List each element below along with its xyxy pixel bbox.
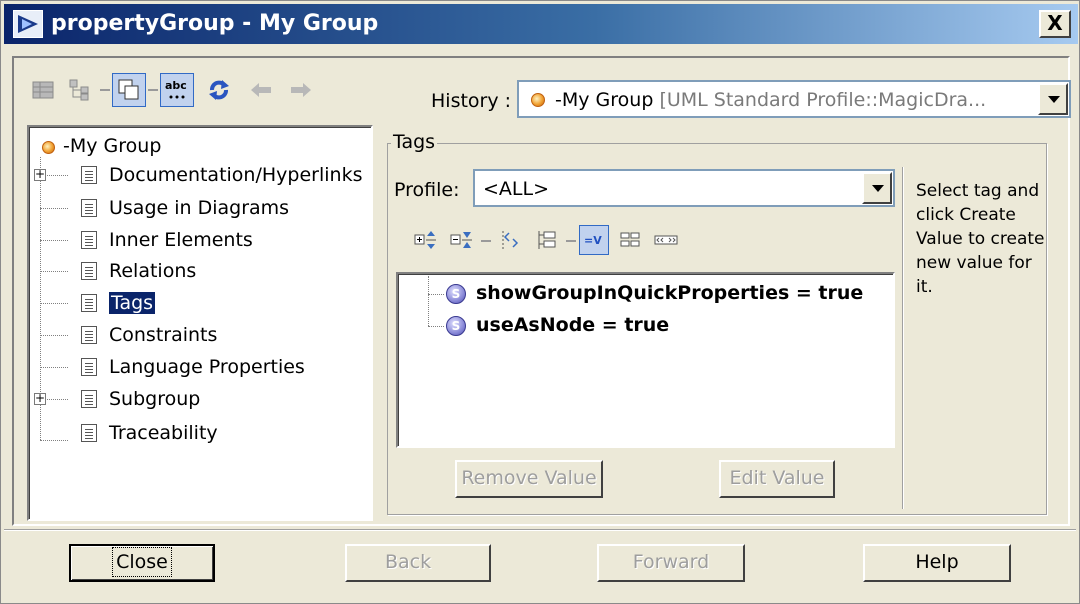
window-app-icon: [13, 10, 43, 38]
property-group-dialog: propertyGroup - My Group X abc History :: [0, 0, 1080, 604]
edit-value-button[interactable]: Edit Value: [719, 460, 835, 498]
tree-item-label: Language Properties: [109, 356, 305, 378]
group-element-icon: [531, 93, 545, 107]
tree-item-tags[interactable]: Tags: [107, 290, 157, 316]
tree-item-relations[interactable]: Relations: [109, 258, 196, 284]
footer-separator: [4, 529, 1076, 531]
node-sheet-icon: [81, 231, 97, 249]
show-inherited-icon[interactable]: [495, 225, 525, 255]
close-window-button[interactable]: X: [1039, 10, 1071, 38]
tree-item-inner-elements[interactable]: Inner Elements: [109, 227, 253, 253]
tree-item-usage-in-diagrams[interactable]: Usage in Diagrams: [109, 195, 289, 221]
close-icon: X: [1047, 11, 1063, 35]
forward-button[interactable]: Forward: [597, 544, 745, 582]
tree-item-constraints[interactable]: Constraints: [109, 322, 217, 348]
node-sheet-icon: [81, 294, 97, 312]
svg-text:=V: =V: [584, 234, 602, 247]
tree-expand-icon[interactable]: +: [34, 392, 46, 405]
toolbar: abc: [26, 73, 426, 119]
spelling-check-icon[interactable]: abc: [160, 73, 194, 107]
window-title: propertyGroup - My Group: [51, 11, 379, 36]
node-sheet-icon: [81, 358, 97, 376]
remove-value-label: Remove Value: [461, 467, 597, 489]
svg-text:abc: abc: [165, 79, 187, 92]
node-sheet-icon: [81, 166, 97, 184]
show-only-values-icon[interactable]: =V: [579, 225, 609, 255]
forward-arrow-icon[interactable]: [284, 73, 318, 107]
group-element-icon: [42, 141, 55, 154]
help-button-label: Help: [915, 551, 959, 573]
back-button[interactable]: Back: [345, 544, 491, 582]
edit-value-label: Edit Value: [729, 467, 825, 489]
tag-value-text: useAsNode = true: [476, 314, 670, 336]
tree-expand-icon[interactable]: +: [34, 168, 46, 181]
hint-separator: [902, 167, 904, 509]
tag-value-row[interactable]: showGroupInQuickProperties = true: [476, 282, 863, 304]
tree-root-label: -My Group: [63, 135, 162, 157]
tree-item-label: Subgroup: [109, 388, 201, 410]
back-button-label: Back: [385, 551, 432, 573]
tree-item-label: Tags: [107, 291, 157, 315]
title-bar[interactable]: propertyGroup - My Group X: [4, 4, 1078, 44]
node-sheet-icon: [81, 424, 97, 442]
tree-item-label: Traceability: [109, 422, 218, 444]
tree-item-label: Usage in Diagrams: [109, 197, 290, 219]
history-label: History :: [431, 90, 512, 112]
stereotype-tag-icon: S: [446, 316, 466, 336]
history-dropdown-button[interactable]: [1038, 83, 1068, 115]
node-sheet-icon: [81, 199, 97, 217]
profile-label: Profile:: [394, 179, 460, 201]
close-button[interactable]: Close: [69, 544, 215, 582]
refresh-icon[interactable]: [202, 73, 236, 107]
tags-group-title: Tags: [391, 131, 438, 153]
tree-item-traceability[interactable]: Traceability: [109, 420, 218, 446]
tree-item-label: Constraints: [109, 324, 218, 346]
element-details-icon[interactable]: [112, 73, 146, 107]
help-button[interactable]: Help: [863, 544, 1011, 582]
collapse-all-icon[interactable]: [447, 225, 477, 255]
profile-dropdown-button[interactable]: [862, 172, 892, 204]
group-by-profile-icon[interactable]: [531, 225, 561, 255]
node-sheet-icon: [81, 326, 97, 344]
show-as-grid-icon[interactable]: [615, 225, 645, 255]
history-element-name: -My Group: [555, 89, 654, 111]
history-element-qualifier: [UML Standard Profile::MagicDra...: [659, 89, 987, 111]
tree-item-label: Relations: [109, 260, 197, 282]
tree-item-label: Inner Elements: [109, 229, 253, 251]
tree-view-icon[interactable]: [64, 73, 98, 107]
tree-root[interactable]: -My Group: [63, 133, 161, 159]
back-arrow-icon[interactable]: [244, 73, 278, 107]
show-as-text-icon[interactable]: [651, 225, 681, 255]
tree-item-documentation[interactable]: Documentation/Hyperlinks: [109, 162, 362, 188]
remove-value-button[interactable]: Remove Value: [455, 460, 603, 498]
stereotype-tag-icon: S: [446, 284, 466, 304]
tag-value-text: showGroupInQuickProperties = true: [476, 282, 864, 304]
forward-button-label: Forward: [632, 551, 710, 573]
history-selected-value: -My Group [UML Standard Profile::MagicDr…: [555, 89, 986, 111]
profile-combo[interactable]: <ALL>: [473, 169, 895, 207]
tag-value-tree[interactable]: S showGroupInQuickProperties = true S us…: [396, 272, 895, 448]
close-button-label: Close: [112, 547, 172, 577]
profile-selected-value: <ALL>: [483, 178, 550, 200]
quick-properties-icon[interactable]: [26, 73, 60, 107]
category-tree[interactable]: -My Group + Documentation/Hyperlinks Usa…: [27, 125, 373, 521]
tree-item-label: Documentation/Hyperlinks: [109, 164, 363, 186]
node-sheet-icon: [81, 390, 97, 408]
panel-splitter[interactable]: [376, 125, 384, 521]
history-combo[interactable]: -My Group [UML Standard Profile::MagicDr…: [517, 80, 1071, 118]
tree-item-language-properties[interactable]: Language Properties: [109, 354, 305, 380]
node-sheet-icon: [81, 262, 97, 280]
tree-item-subgroup[interactable]: Subgroup: [109, 386, 200, 412]
tag-value-row[interactable]: useAsNode = true: [476, 314, 669, 336]
expand-all-icon[interactable]: [411, 225, 441, 255]
create-value-hint: Select tag and click Create Value to cre…: [916, 181, 1045, 297]
